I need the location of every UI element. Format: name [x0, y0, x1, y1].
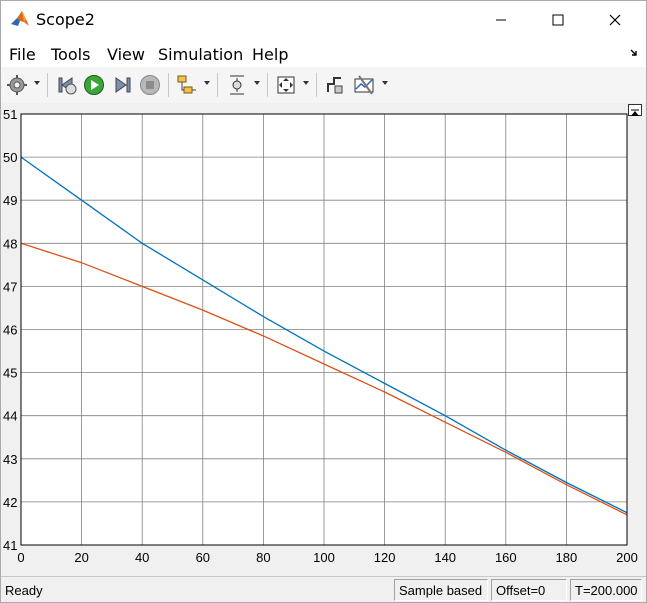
stop-icon[interactable]: [139, 74, 161, 96]
y-tick-label: 47: [3, 279, 17, 294]
toolbar: [1, 67, 646, 104]
close-icon: [609, 14, 621, 26]
y-tick-label: 41: [3, 538, 17, 553]
toolbar-separator: [168, 73, 169, 97]
highlight-icon[interactable]: [324, 74, 346, 96]
close-button[interactable]: [592, 1, 638, 39]
toolbar-separator: [267, 73, 268, 97]
scope-chart[interactable]: 0 20 40 60 80 100 120 140 160 180 200 41 42 43 44 45 46 4…: [1, 103, 646, 575]
step-back-icon[interactable]: [56, 74, 78, 96]
signal-select-icon[interactable]: [176, 74, 198, 96]
x-tick-label: 100: [313, 550, 335, 565]
window-title: Scope2: [36, 10, 95, 29]
measurements-dropdown-icon[interactable]: [382, 81, 388, 85]
time-field: T=200.000: [570, 579, 642, 601]
x-tick-label: 60: [196, 550, 210, 565]
title-bar[interactable]: Scope2: [1, 1, 646, 39]
plot-area: 0 20 40 60 80 100 120 140 160 180 200 41 42 43 44 45 46 4…: [1, 103, 646, 575]
collapse-legend-button[interactable]: [628, 104, 642, 116]
zoom-fit-icon[interactable]: [275, 74, 297, 96]
maximize-button[interactable]: [535, 1, 581, 39]
zoom-dropdown-icon[interactable]: [303, 81, 309, 85]
menu-view[interactable]: View: [107, 45, 145, 64]
y-tick-label: 43: [3, 452, 17, 467]
run-icon[interactable]: [83, 74, 105, 96]
y-tick-label: 51: [3, 107, 17, 122]
minimize-button[interactable]: [478, 1, 524, 39]
x-tick-label: 160: [495, 550, 517, 565]
signal-dropdown-icon[interactable]: [204, 81, 210, 85]
menu-simulation[interactable]: Simulation: [158, 45, 243, 64]
matlab-logo-icon: [10, 10, 30, 30]
y-tick-label: 42: [3, 495, 17, 510]
x-tick-label: 80: [256, 550, 270, 565]
x-tick-label: 180: [556, 550, 578, 565]
gear-icon[interactable]: [6, 74, 28, 96]
y-tick-label: 46: [3, 323, 17, 338]
measurements-icon[interactable]: [353, 74, 375, 96]
y-tick-label: 50: [3, 150, 17, 165]
x-tick-label: 20: [74, 550, 88, 565]
y-tick-label: 48: [3, 236, 17, 251]
toolbar-separator: [47, 73, 48, 97]
y-tick-label: 49: [3, 193, 17, 208]
menu-file[interactable]: File: [9, 45, 36, 64]
maximize-icon: [552, 14, 564, 26]
x-tick-label: 120: [374, 550, 396, 565]
menu-tools[interactable]: Tools: [51, 45, 90, 64]
x-tick-label: 0: [17, 550, 24, 565]
y-tick-label: 45: [3, 366, 17, 381]
step-forward-icon[interactable]: [111, 74, 133, 96]
triggers-icon[interactable]: [226, 74, 248, 96]
x-tick-label: 200: [616, 550, 638, 565]
status-bar: Ready Sample based Offset=0 T=200.000: [1, 576, 646, 602]
settings-dropdown-icon[interactable]: [34, 81, 40, 85]
status-ready: Ready: [5, 583, 43, 598]
dock-arrow-icon[interactable]: [630, 48, 640, 58]
sample-mode-field: Sample based: [394, 579, 488, 601]
menu-bar: File Tools View Simulation Help: [1, 39, 646, 67]
x-tick-label: 140: [434, 550, 456, 565]
collapse-arrow-icon: [631, 109, 639, 116]
triggers-dropdown-icon[interactable]: [254, 81, 260, 85]
toolbar-separator: [217, 73, 218, 97]
menu-help[interactable]: Help: [252, 45, 288, 64]
y-tick-label: 44: [3, 409, 17, 424]
offset-field: Offset=0: [491, 579, 567, 601]
toolbar-separator: [316, 73, 317, 97]
minimize-icon: [496, 19, 506, 21]
x-tick-label: 40: [135, 550, 149, 565]
scope-window: Scope2 File Tools View Simulation Help 0…: [0, 0, 647, 603]
